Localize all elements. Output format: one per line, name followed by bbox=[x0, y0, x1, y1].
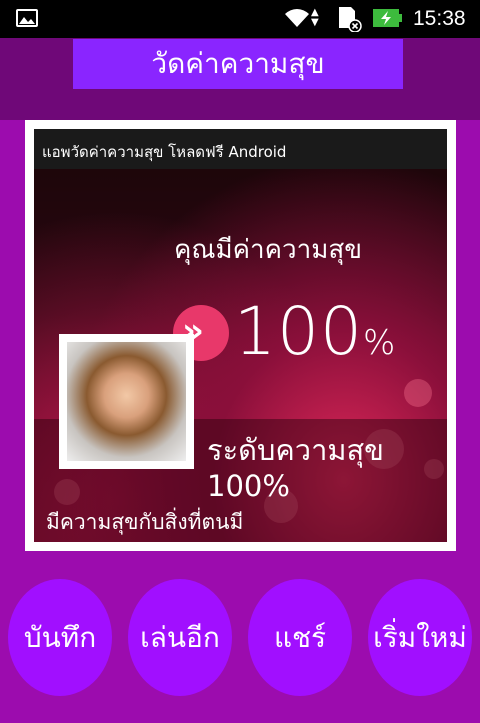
result-frame: แอพวัดค่าความสุข โหลดฟรี Android คุณมีค่… bbox=[25, 120, 456, 551]
wifi-icon bbox=[285, 9, 309, 27]
status-bar: ▲ ▼ 15:38 bbox=[0, 0, 480, 38]
sd-card-icon bbox=[339, 7, 362, 32]
app-title: วัดค่าความสุข bbox=[73, 39, 403, 89]
share-button[interactable]: แชร์ bbox=[248, 579, 352, 696]
happiness-percent: 100% bbox=[234, 293, 396, 370]
battery-charging-icon bbox=[373, 9, 402, 27]
happiness-message: มีความสุขกับสิ่งที่ตนมี bbox=[46, 510, 244, 534]
happiness-level: ระดับความสุข 100% bbox=[207, 432, 437, 504]
caption-bar: แอพวัดค่าความสุข โหลดฟรี Android bbox=[34, 129, 447, 169]
level-value: 100% bbox=[207, 469, 290, 503]
image-icon bbox=[16, 9, 38, 27]
happiness-heading: คุณมีค่าความสุข bbox=[174, 235, 363, 265]
percent-sign: % bbox=[362, 323, 397, 363]
clock: 15:38 bbox=[413, 7, 466, 30]
play-again-button[interactable]: เล่นอีก bbox=[128, 579, 232, 696]
result-image: แอพวัดค่าความสุข โหลดฟรี Android คุณมีค่… bbox=[34, 129, 447, 542]
data-arrows-icon: ▲ ▼ bbox=[311, 7, 319, 28]
image-caption: แอพวัดค่าความสุข โหลดฟรี Android bbox=[42, 143, 287, 161]
child-photo bbox=[67, 342, 186, 461]
restart-button[interactable]: เริ่มใหม่ bbox=[368, 579, 472, 696]
level-label: ระดับความสุข bbox=[207, 433, 385, 467]
percent-value: 100 bbox=[234, 293, 363, 370]
profile-photo-frame bbox=[59, 334, 194, 469]
save-button[interactable]: บันทึก bbox=[8, 579, 112, 696]
